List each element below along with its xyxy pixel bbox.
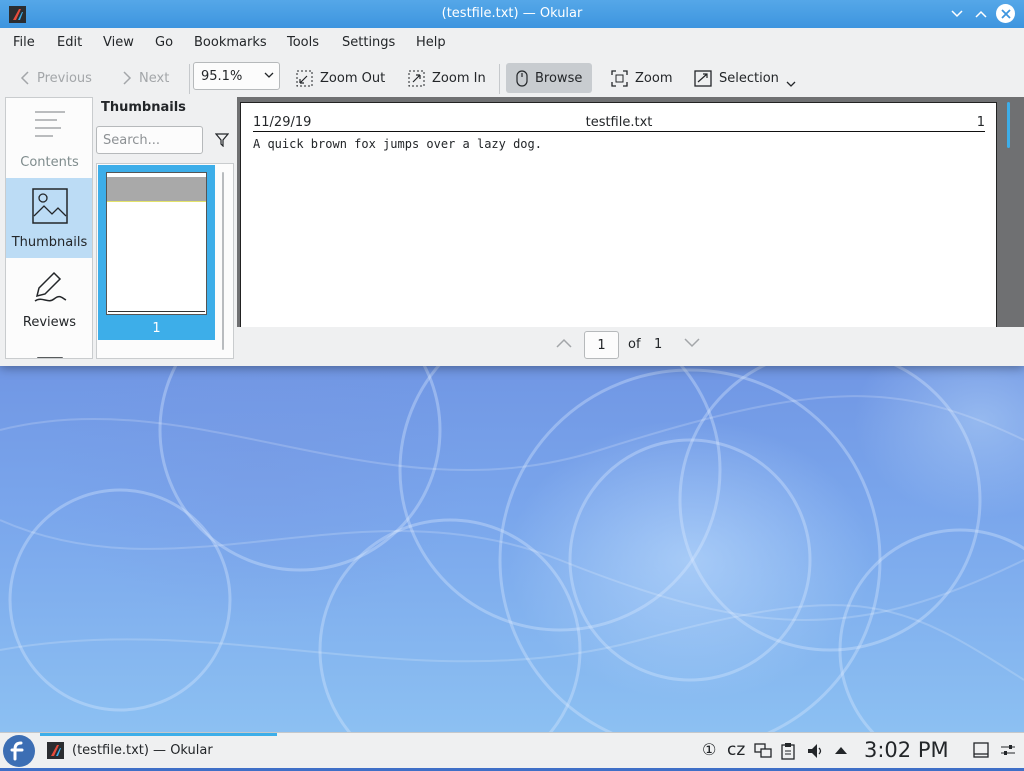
- page-number-input[interactable]: [584, 331, 619, 359]
- sidebar-tab-label: Reviews: [22, 315, 77, 330]
- reviews-icon: [34, 271, 67, 302]
- notifications-badge[interactable]: ①: [702, 740, 716, 759]
- menu-view[interactable]: View: [103, 35, 134, 50]
- title-bar[interactable]: (testfile.txt) — Okular: [0, 0, 1024, 28]
- task-okular[interactable]: (testfile.txt) — Okular: [40, 733, 277, 768]
- menu-go[interactable]: Go: [155, 35, 173, 50]
- chevron-down-icon[interactable]: [684, 338, 700, 348]
- thumbnail-page-preview: [106, 172, 207, 315]
- selection-icon: [694, 69, 712, 87]
- menu-help[interactable]: Help: [416, 35, 446, 50]
- sidebar-tab-reviews[interactable]: Reviews: [6, 258, 92, 338]
- mouse-mode-toolbar: Browse Zoom Selection: [0, 59, 1024, 95]
- chevron-down-icon[interactable]: [786, 81, 796, 88]
- close-button[interactable]: [996, 4, 1015, 23]
- panel-settings-icon[interactable]: [1000, 742, 1016, 758]
- keyboard-layout-indicator[interactable]: cz: [727, 740, 745, 760]
- okular-window: (testfile.txt) — Okular File Edit View G…: [0, 0, 1024, 366]
- page-header: 11/29/19 testfile.txt 1: [253, 115, 985, 132]
- thumbnails-icon: [32, 188, 68, 224]
- selection-tool-button[interactable]: Selection: [694, 63, 796, 93]
- browse-button[interactable]: Browse: [506, 63, 593, 93]
- bookmarks-icon: [37, 357, 63, 358]
- sidebar-tab-label: Contents: [20, 155, 79, 170]
- task-label: (testfile.txt) — Okular: [72, 743, 213, 758]
- sidebar-tab-bookmarks[interactable]: [6, 338, 92, 358]
- okular-app-icon: [47, 742, 64, 759]
- filter-icon[interactable]: [215, 133, 229, 147]
- window-title: (testfile.txt) — Okular: [441, 6, 583, 21]
- thumbnail-visible-area: [107, 177, 206, 202]
- clipboard-icon[interactable]: [781, 742, 795, 760]
- maximize-button[interactable]: [972, 5, 990, 23]
- page-view[interactable]: 11/29/19 testfile.txt 1 A quick brown fo…: [237, 97, 1024, 327]
- mouse-icon: [516, 69, 528, 87]
- thumbnail-item[interactable]: 1: [98, 165, 215, 340]
- chevron-down-icon: [951, 10, 963, 18]
- page-view-scrollbar[interactable]: [1007, 102, 1010, 148]
- chevron-up-icon[interactable]: [556, 338, 572, 348]
- menu-edit[interactable]: Edit: [57, 35, 82, 50]
- taskbar-panel: (testfile.txt) — Okular ① cz 3:02 PM: [0, 732, 1024, 768]
- volume-icon[interactable]: [806, 742, 824, 760]
- browse-label: Browse: [535, 70, 583, 86]
- sidebar-tab-label: Thumbnails: [11, 235, 88, 250]
- thumbnails-list[interactable]: 1: [96, 163, 234, 359]
- menu-bar: File Edit View Go Bookmarks Tools Settin…: [0, 29, 1024, 57]
- thumbnails-scrollbar[interactable]: [222, 172, 224, 350]
- tray-expand-icon[interactable]: [834, 745, 848, 755]
- menu-settings[interactable]: Settings: [342, 35, 395, 50]
- page-header-filename: testfile.txt: [585, 115, 653, 130]
- close-icon: [1000, 8, 1011, 19]
- page-navigator: of 1: [237, 328, 1024, 362]
- zoom-tool-button[interactable]: Zoom: [611, 63, 672, 93]
- page-of-label: of: [628, 337, 641, 352]
- thumbnail-page-number: 1: [152, 321, 161, 336]
- document-page[interactable]: 11/29/19 testfile.txt 1 A quick brown fo…: [240, 102, 997, 327]
- digital-clock[interactable]: 3:02 PM: [864, 738, 949, 762]
- thumbnails-search-input[interactable]: [96, 126, 203, 154]
- network-icon[interactable]: [754, 742, 772, 760]
- sidebar-tabs: Contents Thumbnails Reviews: [5, 97, 93, 359]
- zoom-select-icon: [611, 69, 628, 87]
- menu-tools[interactable]: Tools: [287, 35, 319, 50]
- sidebar-tab-thumbnails[interactable]: Thumbnails: [6, 178, 92, 258]
- thumbnails-heading: Thumbnails: [101, 100, 186, 115]
- contents-icon: [35, 111, 65, 137]
- minimize-button[interactable]: [948, 5, 966, 23]
- page-header-number: 1: [976, 115, 985, 130]
- thumbnails-panel: Thumbnails 1: [95, 97, 235, 359]
- zoom-tool-label: Zoom: [635, 70, 673, 86]
- menu-bookmarks[interactable]: Bookmarks: [194, 35, 267, 50]
- task-active-indicator: [40, 733, 277, 736]
- chevron-up-icon: [975, 10, 987, 18]
- menu-file[interactable]: File: [13, 35, 35, 50]
- page-body-text: A quick brown fox jumps over a lazy dog.: [253, 137, 542, 151]
- fedora-logo-icon: [10, 741, 24, 761]
- show-desktop-icon[interactable]: [973, 742, 989, 758]
- sidebar-tab-contents[interactable]: Contents: [6, 98, 92, 178]
- page-total: 1: [654, 337, 663, 352]
- selection-label: Selection: [719, 70, 779, 86]
- application-launcher[interactable]: [3, 735, 35, 767]
- thumbnail-footer-line: [108, 311, 205, 312]
